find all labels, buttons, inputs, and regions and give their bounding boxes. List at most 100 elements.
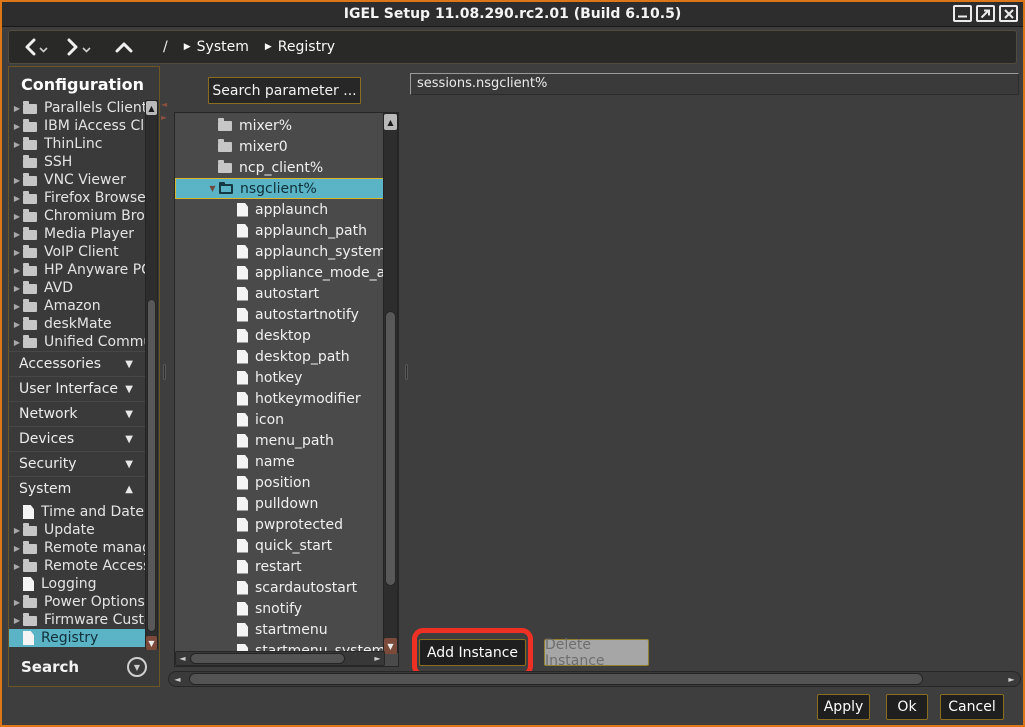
config-tree-item[interactable]: ▶Unified Commun [9,333,147,351]
sidebar-section-network[interactable]: Network▼ [9,401,147,426]
registry-tree-item[interactable]: mixer0 [175,136,385,157]
registry-tree-item[interactable]: pwprotected [175,514,385,535]
content-horizontal-scrollbar[interactable]: ◄ ► [168,671,1021,687]
registry-tree-item[interactable]: name [175,451,385,472]
expander-icon[interactable]: ▶ [11,562,23,571]
sidebar-section-accessories[interactable]: Accessories▼ [9,351,147,376]
config-tree-item[interactable]: Registry [9,629,147,647]
registry-tree-vertical-scrollbar[interactable]: ▲ ▼ [383,113,398,653]
collapse-left-icon[interactable]: ◄ [161,100,167,109]
scroll-down-icon[interactable]: ▼ [384,638,397,654]
config-tree-item[interactable]: ▶deskMate [9,315,147,333]
config-tree-item[interactable]: ▶Firmware Custo [9,611,147,629]
scroll-right-icon[interactable]: ► [1005,672,1018,686]
registry-tree-horizontal-scrollbar[interactable]: ◄ ► [175,651,385,666]
sidebar-section-user-interface[interactable]: User Interface▼ [9,376,147,401]
config-tree-item[interactable]: ▶AVD [9,279,147,297]
sidebar-section-search[interactable]: Search ▼ [9,653,159,681]
registry-tree-item[interactable]: ▼nsgclient% [175,178,385,199]
expander-icon[interactable]: ▶ [11,266,23,275]
expander-icon[interactable]: ▶ [11,104,23,113]
scroll-up-icon[interactable]: ▲ [146,101,157,115]
add-instance-button[interactable]: Add Instance [419,639,526,666]
config-tree-item[interactable]: ▶Power Options [9,593,147,611]
scroll-left-icon[interactable]: ◄ [171,672,184,686]
expander-icon[interactable]: ▶ [11,176,23,185]
expander-icon[interactable]: ▶ [11,248,23,257]
expander-icon[interactable]: ▶ [11,212,23,221]
expander-icon[interactable]: ▶ [11,598,23,607]
config-tree-item[interactable]: ▶Remote Access [9,557,147,575]
registry-tree-item[interactable]: quick_start [175,535,385,556]
scrollbar-thumb[interactable] [190,653,345,664]
collapse-right-icon[interactable]: ► [161,113,167,122]
config-tree-item[interactable]: ▶Media Player [9,225,147,243]
registry-tree-item[interactable]: icon [175,409,385,430]
scroll-down-icon[interactable]: ▼ [146,636,157,650]
registry-tree-item[interactable]: appliance_mode_ac [175,262,385,283]
forward-history-dropdown[interactable] [82,47,91,53]
expander-icon[interactable]: ▶ [11,526,23,535]
sidebar-section-devices[interactable]: Devices▼ [9,426,147,451]
scroll-right-icon[interactable]: ► [371,652,384,665]
back-history-dropdown[interactable] [39,47,48,53]
ok-button[interactable]: Ok [886,694,928,720]
expander-icon[interactable]: ▶ [11,320,23,329]
registry-tree-item[interactable]: autostartnotify [175,304,385,325]
config-tree-item[interactable]: ▶VNC Viewer [9,171,147,189]
config-tree-item[interactable]: ▶HP Anyware PCo [9,261,147,279]
registry-tree-item[interactable]: hotkey [175,367,385,388]
splitter-grip[interactable] [405,364,408,380]
expander-open-icon[interactable]: ▼ [206,184,219,193]
registry-tree-item[interactable]: position [175,472,385,493]
registry-tree-item[interactable]: menu_path [175,430,385,451]
breadcrumb-system[interactable]: ▶ System [184,39,249,55]
config-tree-item[interactable]: Logging [9,575,147,593]
sidebar-scrollbar[interactable]: ▲ ▼ [145,100,158,649]
expander-icon[interactable]: ▶ [11,338,23,347]
registry-tree-item[interactable]: applaunch [175,199,385,220]
config-tree-item[interactable]: Time and Date [9,503,147,521]
registry-tree-item[interactable]: restart [175,556,385,577]
expander-icon[interactable]: ▶ [11,616,23,625]
sidebar-section-security[interactable]: Security▼ [9,451,147,476]
config-tree-item[interactable]: SSH [9,153,147,171]
registry-tree-item[interactable]: autostart [175,283,385,304]
registry-tree-item[interactable]: pulldown [175,493,385,514]
expander-icon[interactable]: ▶ [11,284,23,293]
scroll-left-icon[interactable]: ◄ [176,652,189,665]
close-button[interactable] [999,5,1018,22]
scrollbar-thumb[interactable] [385,311,396,586]
registry-tree-item[interactable]: scardautostart [175,577,385,598]
breadcrumb-root[interactable]: / [163,39,168,55]
registry-tree-item[interactable]: desktop_path [175,346,385,367]
registry-tree-item[interactable]: hotkeymodifier [175,388,385,409]
registry-tree-item[interactable]: startmenu [175,619,385,640]
scroll-up-icon[interactable]: ▲ [384,114,397,130]
config-tree-item[interactable]: ▶Remote manage [9,539,147,557]
expander-icon[interactable]: ▶ [11,230,23,239]
registry-tree-item[interactable]: applaunch_path [175,220,385,241]
panel-splitter[interactable] [402,66,410,687]
registry-tree-item[interactable]: applaunch_system [175,241,385,262]
expander-icon[interactable]: ▶ [11,140,23,149]
config-tree-item[interactable]: ▶Amazon [9,297,147,315]
registry-tree-item[interactable]: mixer% [175,115,385,136]
config-tree-item[interactable]: ▶Chromium Brows [9,207,147,225]
forward-button[interactable] [66,38,80,56]
up-level-button[interactable] [115,41,133,53]
minimize-button[interactable] [953,5,972,22]
config-tree-item[interactable]: ▶VoIP Client [9,243,147,261]
splitter-grip[interactable] [163,364,166,380]
sidebar-section-system[interactable]: System▲ [9,476,147,501]
registry-tree-item[interactable]: snotify [175,598,385,619]
maximize-button[interactable] [976,5,995,22]
config-tree-item[interactable]: ▶ThinLinc [9,135,147,153]
expander-icon[interactable]: ▶ [11,302,23,311]
back-button[interactable] [23,38,37,56]
search-parameter-button[interactable]: Search parameter ... [208,77,361,104]
apply-button[interactable]: Apply [817,694,870,720]
config-tree-item[interactable]: ▶IBM iAccess Clien [9,117,147,135]
registry-tree-item[interactable]: desktop [175,325,385,346]
registry-tree-item[interactable]: ncp_client% [175,157,385,178]
